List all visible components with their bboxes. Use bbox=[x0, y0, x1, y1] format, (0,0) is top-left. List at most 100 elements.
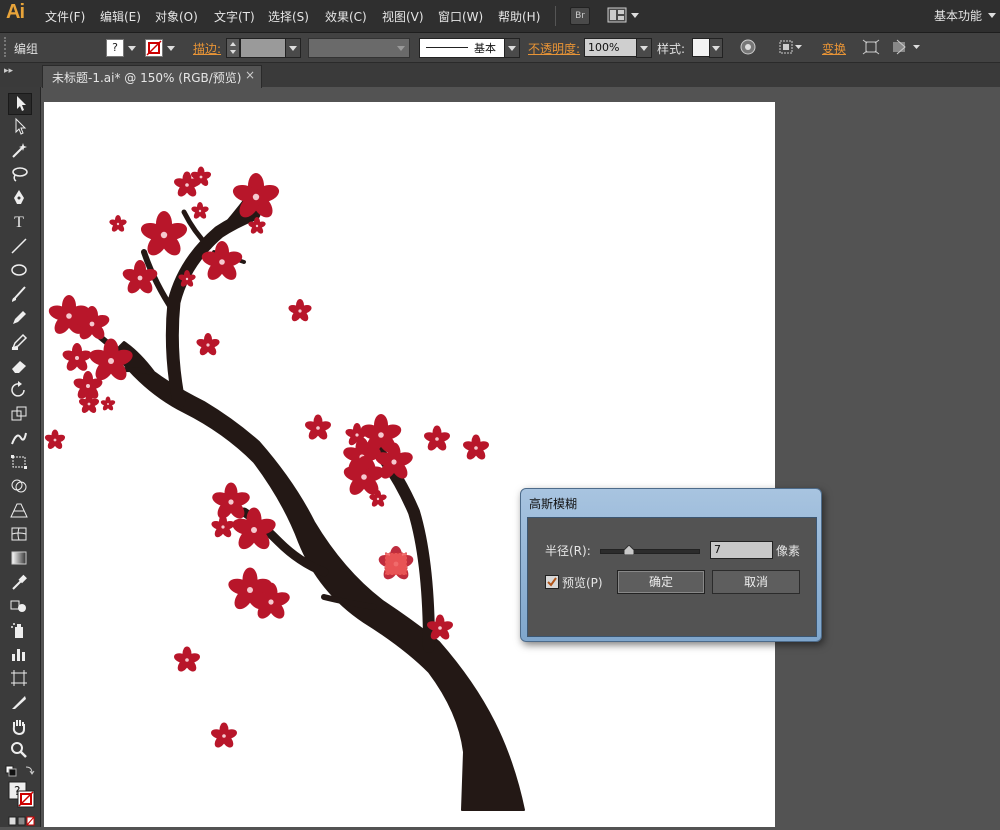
panel-menu-button[interactable] bbox=[891, 39, 923, 55]
dialog-title[interactable]: 高斯模糊 bbox=[529, 495, 577, 512]
direct-selection-tool-icon[interactable] bbox=[8, 117, 30, 137]
align-icon bbox=[779, 40, 802, 54]
paintbrush-tool-icon[interactable] bbox=[8, 285, 30, 305]
arrange-documents-icon bbox=[607, 7, 639, 23]
brush-name: 基本 bbox=[474, 42, 496, 55]
brush-definition-field[interactable]: 基本 bbox=[419, 38, 505, 58]
arrange-documents-button[interactable] bbox=[607, 7, 641, 24]
stepper-arrows-icon bbox=[230, 42, 236, 54]
app-logo: Ai bbox=[6, 1, 25, 23]
column-graph-tool-icon[interactable] bbox=[8, 645, 30, 665]
brush-stroke-preview bbox=[426, 47, 468, 48]
stroke-weight-field[interactable] bbox=[240, 38, 286, 58]
radius-slider-track[interactable] bbox=[600, 549, 700, 554]
menu-divider bbox=[555, 6, 556, 26]
menu-effect[interactable]: 效果(C) bbox=[325, 8, 367, 25]
menu-edit[interactable]: 编辑(E) bbox=[100, 8, 141, 25]
fill-dropdown-icon[interactable] bbox=[128, 46, 136, 51]
radius-unit-label: 像素 bbox=[776, 544, 801, 558]
plum-blossom-artwork bbox=[43, 166, 525, 811]
ellipse-tool-icon[interactable] bbox=[8, 261, 30, 281]
perspective-grid-tool-icon[interactable] bbox=[8, 501, 30, 521]
menu-help[interactable]: 帮助(H) bbox=[498, 8, 540, 25]
object-type-label: 编组 bbox=[14, 42, 39, 56]
preview-checkbox[interactable] bbox=[545, 575, 559, 589]
isolate-icon bbox=[862, 39, 880, 55]
radius-input[interactable]: 7 bbox=[710, 541, 773, 559]
no-stroke-icon bbox=[146, 40, 162, 56]
selected-blossom bbox=[377, 546, 415, 583]
type-tool-icon[interactable]: T bbox=[8, 213, 30, 233]
menu-type[interactable]: 文字(T) bbox=[214, 8, 255, 25]
artboard-tool-icon[interactable] bbox=[8, 669, 30, 689]
radius-slider-thumb[interactable] bbox=[623, 544, 635, 556]
opacity-field[interactable]: 100% bbox=[584, 38, 639, 57]
magic-wand-tool-icon[interactable] bbox=[8, 141, 30, 161]
selection-tool-icon[interactable] bbox=[8, 93, 32, 115]
recolor-artwork-button[interactable] bbox=[740, 39, 756, 55]
hand-tool-icon[interactable] bbox=[8, 717, 30, 737]
brush-dropdown[interactable] bbox=[504, 38, 520, 58]
isolate-group-button[interactable] bbox=[862, 39, 880, 55]
menu-file[interactable]: 文件(F) bbox=[45, 8, 85, 25]
symbol-sprayer-tool-icon[interactable] bbox=[8, 621, 30, 641]
ok-button[interactable]: 确定 bbox=[617, 570, 705, 594]
zoom-tool-icon[interactable] bbox=[8, 741, 30, 761]
transform-link[interactable]: 变换 bbox=[822, 40, 846, 57]
stroke-dropdown-icon[interactable] bbox=[167, 46, 175, 51]
panel-options-icon bbox=[893, 39, 920, 55]
shape-builder-tool-icon[interactable] bbox=[8, 477, 30, 497]
variable-width-profile[interactable] bbox=[308, 38, 410, 58]
menu-window[interactable]: 窗口(W) bbox=[438, 8, 483, 25]
stroke-swatch[interactable] bbox=[145, 39, 163, 57]
cancel-button[interactable]: 取消 bbox=[712, 570, 800, 594]
menu-object[interactable]: 对象(O) bbox=[155, 8, 198, 25]
opacity-label-link[interactable]: 不透明度: bbox=[528, 40, 580, 57]
default-colors-icon[interactable] bbox=[4, 765, 36, 779]
lasso-tool-icon[interactable] bbox=[8, 165, 30, 185]
stroke-weight-dropdown[interactable] bbox=[285, 38, 301, 58]
workspace-dropdown-icon bbox=[988, 13, 996, 18]
menu-view[interactable]: 视图(V) bbox=[382, 8, 424, 25]
tools-panel: T ? bbox=[0, 87, 41, 827]
free-transform-tool-icon[interactable] bbox=[8, 453, 30, 473]
artboard[interactable] bbox=[43, 102, 775, 827]
document-tab-title: 未标题-1.ai* @ 150% (RGB/预览) bbox=[52, 71, 242, 85]
eraser-tool-icon[interactable] bbox=[8, 357, 30, 377]
color-mode-buttons[interactable] bbox=[8, 815, 36, 826]
pencil-tool-icon[interactable] bbox=[8, 309, 30, 329]
workspace-switcher[interactable]: 基本功能 bbox=[934, 7, 982, 24]
warp-tool-icon[interactable] bbox=[8, 429, 30, 449]
bridge-button[interactable]: Br bbox=[570, 7, 590, 25]
dialog-body: 半径(R): 7 像素 预览(P) 确定 取消 bbox=[527, 517, 817, 637]
stroke-weight-stepper[interactable] bbox=[226, 38, 240, 58]
pen-tool-icon[interactable] bbox=[8, 189, 30, 209]
blob-brush-tool-icon[interactable] bbox=[8, 333, 30, 353]
close-tab-icon[interactable]: × bbox=[245, 68, 255, 82]
mesh-tool-icon[interactable] bbox=[8, 525, 30, 545]
checkmark-icon bbox=[547, 577, 557, 587]
gaussian-blur-dialog: 高斯模糊 半径(R): 7 像素 预览(P) 确定 取消 bbox=[520, 488, 822, 642]
color-wheel-icon bbox=[740, 39, 756, 55]
radius-label: 半径(R): bbox=[545, 544, 591, 558]
opacity-dropdown[interactable] bbox=[636, 38, 652, 58]
rotate-tool-icon[interactable] bbox=[8, 381, 30, 401]
graphic-style-swatch[interactable] bbox=[692, 38, 710, 57]
scale-tool-icon[interactable] bbox=[8, 405, 30, 425]
menu-select[interactable]: 选择(S) bbox=[268, 8, 309, 25]
menu-bar: Ai 文件(F) 编辑(E) 对象(O) 文字(T) 选择(S) 效果(C) 视… bbox=[0, 0, 1000, 33]
collapse-panels-icon[interactable]: ▸▸ bbox=[4, 66, 13, 76]
document-tab[interactable]: 未标题-1.ai* @ 150% (RGB/预览) × bbox=[42, 65, 262, 88]
style-label: 样式: bbox=[657, 42, 686, 56]
fill-swatch[interactable]: ? bbox=[106, 39, 124, 57]
stroke-label-link[interactable]: 描边: bbox=[193, 40, 221, 57]
eyedropper-tool-icon[interactable] bbox=[8, 573, 30, 593]
line-tool-icon[interactable] bbox=[8, 237, 30, 257]
control-bar: 编组 ? 描边: 基本 不透明度: 100% 样式: 变换 bbox=[0, 33, 1000, 63]
graphic-style-dropdown[interactable] bbox=[709, 38, 723, 58]
align-options-button[interactable] bbox=[778, 39, 804, 55]
gradient-tool-icon[interactable] bbox=[8, 549, 30, 569]
slice-tool-icon[interactable] bbox=[8, 693, 30, 713]
blend-tool-icon[interactable] bbox=[8, 597, 30, 617]
fill-stroke-indicator[interactable]: ? bbox=[8, 781, 36, 809]
